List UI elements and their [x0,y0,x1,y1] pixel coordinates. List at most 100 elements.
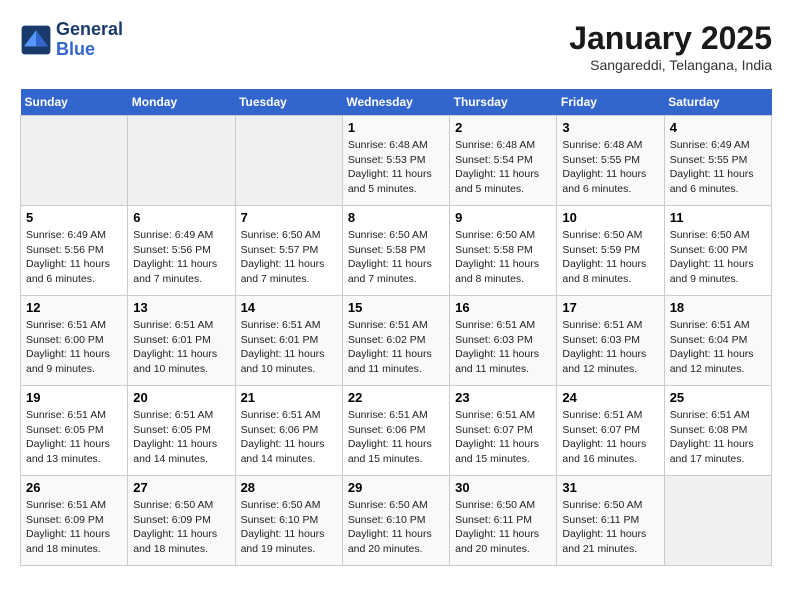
calendar-cell: 11 Sunrise: 6:50 AM Sunset: 6:00 PM Dayli… [664,206,771,296]
day-number: 6 [133,210,229,225]
day-info: Sunrise: 6:48 AM Sunset: 5:55 PM Dayligh… [562,138,658,197]
logo-text-blue: Blue [56,40,123,60]
day-number: 4 [670,120,766,135]
day-info: Sunrise: 6:51 AM Sunset: 6:04 PM Dayligh… [670,318,766,377]
day-info: Sunrise: 6:51 AM Sunset: 6:05 PM Dayligh… [133,408,229,467]
weekday-friday: Friday [557,89,664,116]
day-number: 14 [241,300,337,315]
day-info: Sunrise: 6:51 AM Sunset: 6:01 PM Dayligh… [133,318,229,377]
day-number: 25 [670,390,766,405]
calendar-cell: 30 Sunrise: 6:50 AM Sunset: 6:11 PM Dayli… [450,476,557,566]
day-number: 31 [562,480,658,495]
day-number: 12 [26,300,122,315]
calendar-week-1: 1Sunrise: 6:48 AM Sunset: 5:53 PM Daylig… [21,116,772,206]
calendar-cell: 5Sunrise: 6:49 AM Sunset: 5:56 PM Daylig… [21,206,128,296]
day-number: 3 [562,120,658,135]
calendar-cell: 18 Sunrise: 6:51 AM Sunset: 6:04 PM Dayli… [664,296,771,386]
calendar-cell: 19Sunrise: 6:51 AM Sunset: 6:05 PM Dayli… [21,386,128,476]
calendar-cell: 6 Sunrise: 6:49 AM Sunset: 5:56 PM Daylig… [128,206,235,296]
day-number: 18 [670,300,766,315]
calendar-cell: 12 Sunrise: 6:51 AM Sunset: 6:00 PM Dayli… [21,296,128,386]
day-info: Sunrise: 6:51 AM Sunset: 6:00 PM Dayligh… [26,318,122,377]
calendar-cell: 3 Sunrise: 6:48 AM Sunset: 5:55 PM Daylig… [557,116,664,206]
calendar-table: SundayMondayTuesdayWednesdayThursdayFrid… [20,89,772,566]
day-info: Sunrise: 6:51 AM Sunset: 6:07 PM Dayligh… [562,408,658,467]
calendar-cell: 7 Sunrise: 6:50 AM Sunset: 5:57 PM Daylig… [235,206,342,296]
day-info: Sunrise: 6:50 AM Sunset: 6:10 PM Dayligh… [348,498,444,557]
day-info: Sunrise: 6:51 AM Sunset: 6:09 PM Dayligh… [26,498,122,557]
day-info: Sunrise: 6:50 AM Sunset: 5:58 PM Dayligh… [455,228,551,287]
weekday-header-row: SundayMondayTuesdayWednesdayThursdayFrid… [21,89,772,116]
day-number: 30 [455,480,551,495]
day-number: 22 [348,390,444,405]
day-info: Sunrise: 6:50 AM Sunset: 5:58 PM Dayligh… [348,228,444,287]
page-header: General Blue January 2025 Sangareddi, Te… [20,20,772,73]
day-info: Sunrise: 6:50 AM Sunset: 5:59 PM Dayligh… [562,228,658,287]
calendar-cell: 1Sunrise: 6:48 AM Sunset: 5:53 PM Daylig… [342,116,449,206]
day-number: 17 [562,300,658,315]
calendar-cell: 16 Sunrise: 6:51 AM Sunset: 6:03 PM Dayli… [450,296,557,386]
title-block: January 2025 Sangareddi, Telangana, Indi… [569,20,772,73]
calendar-cell: 29 Sunrise: 6:50 AM Sunset: 6:10 PM Dayli… [342,476,449,566]
day-number: 2 [455,120,551,135]
month-title: January 2025 [569,20,772,57]
weekday-monday: Monday [128,89,235,116]
day-info: Sunrise: 6:49 AM Sunset: 5:56 PM Dayligh… [26,228,122,287]
day-info: Sunrise: 6:50 AM Sunset: 5:57 PM Dayligh… [241,228,337,287]
day-info: Sunrise: 6:51 AM Sunset: 6:07 PM Dayligh… [455,408,551,467]
day-info: Sunrise: 6:50 AM Sunset: 6:11 PM Dayligh… [562,498,658,557]
day-info: Sunrise: 6:48 AM Sunset: 5:53 PM Dayligh… [348,138,444,197]
calendar-cell [128,116,235,206]
calendar-week-3: 12 Sunrise: 6:51 AM Sunset: 6:00 PM Dayli… [21,296,772,386]
calendar-cell: 22Sunrise: 6:51 AM Sunset: 6:06 PM Dayli… [342,386,449,476]
calendar-cell: 2 Sunrise: 6:48 AM Sunset: 5:54 PM Daylig… [450,116,557,206]
day-info: Sunrise: 6:51 AM Sunset: 6:03 PM Dayligh… [455,318,551,377]
calendar-cell: 26 Sunrise: 6:51 AM Sunset: 6:09 PM Dayli… [21,476,128,566]
day-number: 23 [455,390,551,405]
logo: General Blue [20,20,123,60]
calendar-header: SundayMondayTuesdayWednesdayThursdayFrid… [21,89,772,116]
calendar-cell: 23 Sunrise: 6:51 AM Sunset: 6:07 PM Dayli… [450,386,557,476]
calendar-cell: 14 Sunrise: 6:51 AM Sunset: 6:01 PM Dayli… [235,296,342,386]
weekday-sunday: Sunday [21,89,128,116]
day-number: 10 [562,210,658,225]
day-info: Sunrise: 6:50 AM Sunset: 6:10 PM Dayligh… [241,498,337,557]
day-info: Sunrise: 6:50 AM Sunset: 6:11 PM Dayligh… [455,498,551,557]
day-number: 26 [26,480,122,495]
calendar-cell: 31 Sunrise: 6:50 AM Sunset: 6:11 PM Dayli… [557,476,664,566]
calendar-cell: 17 Sunrise: 6:51 AM Sunset: 6:03 PM Dayli… [557,296,664,386]
day-number: 8 [348,210,444,225]
day-info: Sunrise: 6:50 AM Sunset: 6:00 PM Dayligh… [670,228,766,287]
calendar-cell [21,116,128,206]
day-info: Sunrise: 6:51 AM Sunset: 6:05 PM Dayligh… [26,408,122,467]
weekday-tuesday: Tuesday [235,89,342,116]
calendar-cell: 4 Sunrise: 6:49 AM Sunset: 5:55 PM Daylig… [664,116,771,206]
day-info: Sunrise: 6:51 AM Sunset: 6:02 PM Dayligh… [348,318,444,377]
day-number: 7 [241,210,337,225]
day-info: Sunrise: 6:51 AM Sunset: 6:03 PM Dayligh… [562,318,658,377]
day-number: 27 [133,480,229,495]
day-info: Sunrise: 6:48 AM Sunset: 5:54 PM Dayligh… [455,138,551,197]
calendar-cell: 9 Sunrise: 6:50 AM Sunset: 5:58 PM Daylig… [450,206,557,296]
day-number: 11 [670,210,766,225]
day-number: 15 [348,300,444,315]
day-info: Sunrise: 6:50 AM Sunset: 6:09 PM Dayligh… [133,498,229,557]
day-number: 13 [133,300,229,315]
weekday-thursday: Thursday [450,89,557,116]
calendar-week-4: 19Sunrise: 6:51 AM Sunset: 6:05 PM Dayli… [21,386,772,476]
day-info: Sunrise: 6:51 AM Sunset: 6:01 PM Dayligh… [241,318,337,377]
day-number: 29 [348,480,444,495]
day-info: Sunrise: 6:49 AM Sunset: 5:55 PM Dayligh… [670,138,766,197]
calendar-cell: 15 Sunrise: 6:51 AM Sunset: 6:02 PM Dayli… [342,296,449,386]
logo-text-general: General [56,20,123,40]
weekday-wednesday: Wednesday [342,89,449,116]
day-number: 9 [455,210,551,225]
calendar-cell: 10 Sunrise: 6:50 AM Sunset: 5:59 PM Dayli… [557,206,664,296]
day-number: 24 [562,390,658,405]
calendar-cell: 28 Sunrise: 6:50 AM Sunset: 6:10 PM Dayli… [235,476,342,566]
day-number: 16 [455,300,551,315]
weekday-saturday: Saturday [664,89,771,116]
day-number: 28 [241,480,337,495]
calendar-week-2: 5Sunrise: 6:49 AM Sunset: 5:56 PM Daylig… [21,206,772,296]
day-info: Sunrise: 6:49 AM Sunset: 5:56 PM Dayligh… [133,228,229,287]
